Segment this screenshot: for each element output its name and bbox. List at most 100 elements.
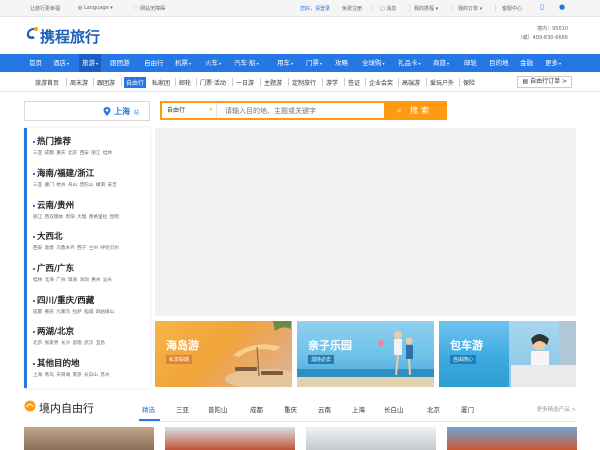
promo-card-family[interactable]: 亲子乐园 溜娃必去	[297, 321, 434, 387]
nav-flights[interactable]: 机票▾	[175, 54, 191, 72]
nav-car[interactable]: 用车▾	[277, 54, 293, 72]
hero-banner[interactable]	[155, 128, 576, 316]
category-group[interactable]: 两湖/北京 北京 张家界 长沙 恩施 武汉 宜昌	[33, 325, 105, 346]
sub-nav: 旅游首页 周末游 跟团游 自由行 私家团 邮轮 门票·活动 一日游 主题游 定制…	[0, 72, 600, 92]
category-group[interactable]: 海南/福建/浙江 三亚 厦门 杭州 舟山 普陀山 嵊泗 安吉	[33, 167, 117, 188]
category-group[interactable]: 广西/广东 桂林 北海 广州 珠海 深圳 惠州 汕头	[33, 262, 112, 283]
nav-home[interactable]: 首页	[29, 54, 42, 72]
search-button[interactable]: ⌕ 搜索	[384, 101, 445, 120]
nav-finance[interactable]: 金融	[520, 54, 533, 72]
nav-train[interactable]: 火车▾	[205, 54, 221, 72]
login-link[interactable]: 您好，请登录	[300, 5, 330, 12]
chevron-down-icon: ▾	[96, 61, 99, 66]
service-link[interactable]: 客服中心	[502, 5, 522, 12]
mobile-icon[interactable]: ▯	[540, 3, 544, 11]
tab-changbaishan[interactable]: 长白山	[384, 404, 404, 414]
subnav-theme-tour[interactable]: 主题游	[264, 78, 282, 87]
divider	[66, 78, 67, 86]
category-links[interactable]: 成都 重庆 九寨沟 拉萨 稻城 四姑娘山	[33, 309, 114, 315]
product-thumbnail[interactable]	[24, 427, 154, 450]
nav-free-travel[interactable]: 自由行	[144, 54, 164, 72]
tab-shanghai[interactable]: 上海	[352, 404, 365, 414]
tab-sanya[interactable]: 三亚	[176, 404, 189, 414]
category-group[interactable]: 四川/重庆/西藏 成都 重庆 九寨沟 拉萨 稻城 四姑娘山	[33, 294, 114, 315]
subnav-corporate[interactable]: 企业会奖	[369, 78, 393, 87]
nav-guides[interactable]: 攻略	[335, 54, 348, 72]
nav-hotel[interactable]: 酒店▾	[53, 54, 69, 72]
category-links[interactable]: 三亚 厦门 杭州 舟山 普陀山 嵊泗 安吉	[33, 182, 117, 188]
category-links[interactable]: 三亚 成都 重庆 北京 西安 丽江 桂林	[33, 150, 112, 156]
category-links[interactable]: 上海 青岛 天目湖 南京 长白山 苏州	[33, 372, 110, 378]
category-group[interactable]: 大西北 西安 敦煌 乌鲁木齐 西宁 兰州 呼伦贝尔	[33, 230, 119, 251]
category-group[interactable]: 热门推荐 三亚 成都 重庆 北京 西安 丽江 桂林	[33, 135, 112, 156]
tab-featured[interactable]: 精选	[142, 404, 155, 414]
subnav-study-tour[interactable]: 游学	[326, 78, 338, 87]
tab-putuoshan[interactable]: 普陀山	[208, 404, 228, 414]
search-bar: 自由行 ▾ ⌕ 搜索	[160, 101, 447, 120]
my-orders-menu[interactable]: 我的订单 ▾	[458, 5, 482, 12]
sun-icon	[24, 400, 36, 412]
chevron-down-icon: ▾	[320, 61, 323, 66]
register-link[interactable]: 免费注册	[342, 5, 362, 12]
subnav-luxury[interactable]: 高端游	[402, 78, 420, 87]
subnav-tickets-activities[interactable]: 门票·活动	[200, 78, 226, 87]
city-suffix: 站	[134, 110, 140, 116]
search-input[interactable]	[220, 103, 385, 118]
product-thumbnail[interactable]	[165, 427, 295, 450]
subnav-travel-home[interactable]: 旅游首页	[35, 78, 59, 87]
subnav-free-travel[interactable]: 自由行	[124, 77, 147, 88]
subnav-outdoor[interactable]: 爱玩户外	[430, 78, 454, 87]
tab-xiamen[interactable]: 厦门	[461, 404, 474, 414]
divider	[175, 78, 176, 86]
nav-global-shop[interactable]: 全球购▾	[362, 54, 385, 72]
logo-text[interactable]: 携程旅行	[40, 26, 100, 47]
top-utility-bar: 让旅行更幸福 ◍ Language ▾ ♡ 网站无障碍 您好，请登录 免费注册 …	[0, 0, 600, 17]
nav-travel[interactable]: 旅游▾	[79, 54, 102, 72]
category-links[interactable]: 北京 张家界 长沙 恩施 武汉 宜昌	[33, 340, 105, 346]
accessibility-link[interactable]: ♡ 网站无障碍	[134, 5, 165, 12]
subnav-custom-travel[interactable]: 定制旅行	[292, 78, 316, 87]
nav-tickets[interactable]: 门票▾	[306, 54, 322, 72]
nav-destination[interactable]: 目的地	[489, 54, 509, 72]
subnav-day-trip[interactable]: 一日游	[236, 78, 254, 87]
nav-business-label: 商旅	[433, 59, 446, 67]
nav-gift-card[interactable]: 礼品卡▾	[398, 54, 421, 72]
language-selector[interactable]: ◍ Language ▾	[78, 5, 113, 11]
promo-card-car[interactable]: 包车游 自由随心	[439, 321, 576, 387]
nav-cruise[interactable]: 邮轮	[464, 54, 477, 72]
divider	[365, 78, 366, 86]
hotline-other: （或）400-830-6666	[517, 35, 568, 41]
subnav-weekend[interactable]: 周末游	[70, 78, 88, 87]
subnav-insurance[interactable]: 保险	[463, 78, 475, 87]
tab-chengdu[interactable]: 成都	[250, 404, 263, 414]
chevron-down-icon: ▾	[418, 61, 421, 66]
nav-business[interactable]: 商旅▾	[433, 54, 449, 72]
divider	[121, 78, 122, 86]
subnav-private-tour[interactable]: 私家团	[152, 78, 170, 87]
subnav-cruise[interactable]: 邮轮	[179, 78, 191, 87]
messages-link[interactable]: ▢ 消息	[380, 5, 396, 12]
wechat-icon[interactable]: ●	[559, 3, 565, 11]
category-links[interactable]: 丽江 西双版纳 贵阳 大理 香格里拉 昆明	[33, 214, 119, 220]
tab-yunnan[interactable]: 云南	[318, 404, 331, 414]
nav-bus-ship[interactable]: 汽车·船▾	[234, 54, 259, 72]
free-travel-orders-button[interactable]: ▤ 自由行订单 >	[517, 76, 572, 88]
subnav-group-tour[interactable]: 跟团游	[97, 78, 115, 87]
product-thumbnail[interactable]	[447, 427, 577, 450]
subnav-visa[interactable]: 签证	[348, 78, 360, 87]
logo-icon[interactable]	[25, 26, 39, 41]
category-links[interactable]: 西安 敦煌 乌鲁木齐 西宁 兰州 呼伦贝尔	[33, 245, 119, 251]
promo-card-island[interactable]: 海岛游 私享假期	[155, 321, 292, 387]
category-links[interactable]: 桂林 北海 广州 珠海 深圳 惠州 汕头	[33, 277, 112, 283]
product-thumbnail[interactable]	[306, 427, 436, 450]
nav-group-tour[interactable]: 跟团游	[110, 54, 130, 72]
nav-more[interactable]: 更多▾	[545, 54, 561, 72]
my-account-menu[interactable]: 我的携程 ▾	[414, 5, 438, 12]
tab-chongqing[interactable]: 重庆	[284, 404, 297, 414]
city-selector[interactable]: 上海 站	[24, 101, 150, 121]
tab-beijing[interactable]: 北京	[427, 404, 440, 414]
category-group[interactable]: 其他目的地 上海 青岛 天目湖 南京 长白山 苏州	[33, 357, 110, 378]
search-category-select[interactable]: 自由行 ▾	[162, 103, 217, 118]
category-group[interactable]: 云南/贵州 丽江 西双版纳 贵阳 大理 香格里拉 昆明	[33, 199, 119, 220]
more-products-link[interactable]: 更多精选产品 >	[537, 405, 576, 413]
